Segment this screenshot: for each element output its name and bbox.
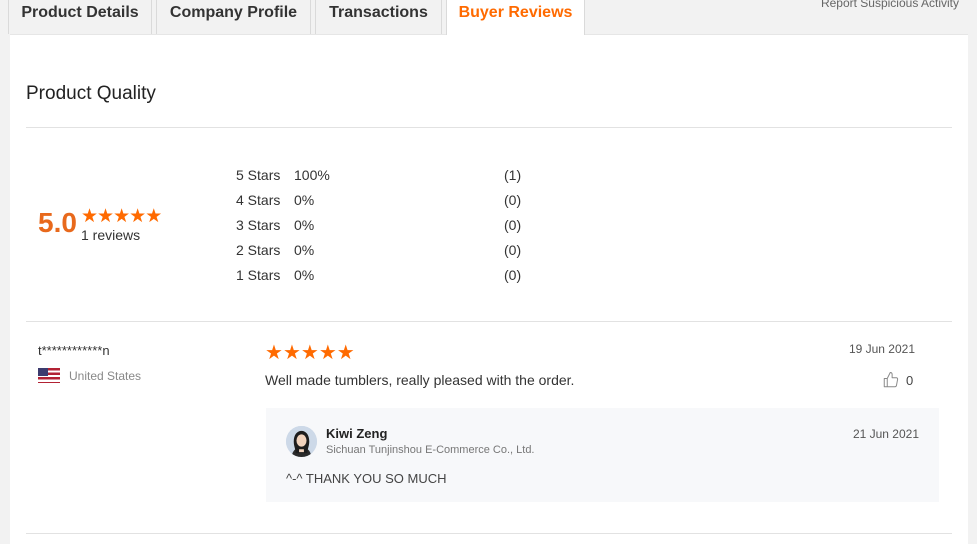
divider: [26, 321, 952, 322]
flag-us-icon: [38, 368, 60, 383]
rating-percent: 100%: [294, 167, 330, 183]
reviewer-name: t************n: [38, 343, 110, 358]
review-text: Well made tumblers, really pleased with …: [265, 372, 575, 388]
rating-percent: 0%: [294, 242, 315, 258]
star-icon: ★: [81, 206, 99, 227]
rating-count: (0): [504, 217, 522, 233]
reply-author-name: Kiwi Zeng: [326, 426, 388, 441]
tab-label: Product Details: [21, 3, 139, 21]
reply-company: Sichuan Tunjinshou E-Commerce Co., Ltd.: [326, 444, 535, 456]
rating-count: (1): [504, 167, 522, 183]
review-date: 19 Jun 2021: [848, 342, 915, 356]
section-title: Product Quality: [26, 83, 156, 104]
divider: [26, 533, 952, 534]
reply-date: 21 Jun 2021: [852, 427, 919, 441]
tab-buyer-reviews[interactable]: Buyer Reviews: [446, 0, 585, 35]
rating-label: 4 Stars: [236, 192, 281, 208]
summary-stars: ★★★★★: [81, 206, 163, 227]
helpful-button[interactable]: 0: [882, 371, 913, 389]
rating-count: (0): [504, 267, 522, 283]
tab-label: Company Profile: [169, 3, 298, 21]
rating-label: 5 Stars: [236, 167, 281, 183]
rating-label: 1 Stars: [236, 267, 281, 283]
tab-transactions[interactable]: Transactions: [315, 0, 442, 34]
rating-label: 2 Stars: [236, 242, 281, 258]
tab-label: Transactions: [329, 3, 428, 21]
tab-label: Buyer Reviews: [458, 4, 573, 21]
review-count: 1 reviews: [81, 227, 141, 243]
star-icon: ★: [97, 206, 115, 227]
country-name: United States: [69, 368, 142, 383]
rating-count: (0): [504, 242, 522, 258]
helpful-count: 0: [906, 372, 914, 388]
rating-label: 3 Stars: [236, 217, 281, 233]
thumbs-up-icon: [883, 372, 899, 388]
rating-percent: 0%: [294, 267, 315, 283]
reviews-panel: Product Quality 5.0 ★★★★★ 1 reviews 5 St…: [10, 34, 968, 544]
star-icon: ★: [129, 206, 147, 227]
star-icon: ★: [300, 342, 319, 364]
supplier-reply: Kiwi Zeng Sichuan Tunjinshou E-Commerce …: [266, 408, 939, 502]
tab-bar: Product Details Company Profile Transact…: [0, 0, 977, 35]
star-icon: ★: [113, 206, 131, 227]
report-suspicious-activity-link[interactable]: Report Suspicious Activity: [821, 0, 959, 10]
rating-count: (0): [504, 192, 522, 208]
average-score: 5.0: [38, 207, 77, 238]
divider: [26, 127, 952, 128]
rating-percent: 0%: [294, 217, 315, 233]
star-icon: ★: [282, 342, 301, 364]
tab-product-details[interactable]: Product Details: [8, 0, 152, 34]
rating-percent: 0%: [294, 192, 315, 208]
star-icon: ★: [145, 206, 163, 227]
review-stars: ★★★★★: [265, 343, 355, 364]
avatar: [286, 426, 317, 457]
star-icon: ★: [318, 342, 337, 364]
star-icon: ★: [336, 342, 355, 364]
tab-company-profile[interactable]: Company Profile: [156, 0, 311, 34]
reply-text: ^-^ THANK YOU SO MUCH: [286, 471, 447, 486]
star-icon: ★: [265, 342, 283, 364]
reviewer-country: United States: [38, 368, 141, 383]
